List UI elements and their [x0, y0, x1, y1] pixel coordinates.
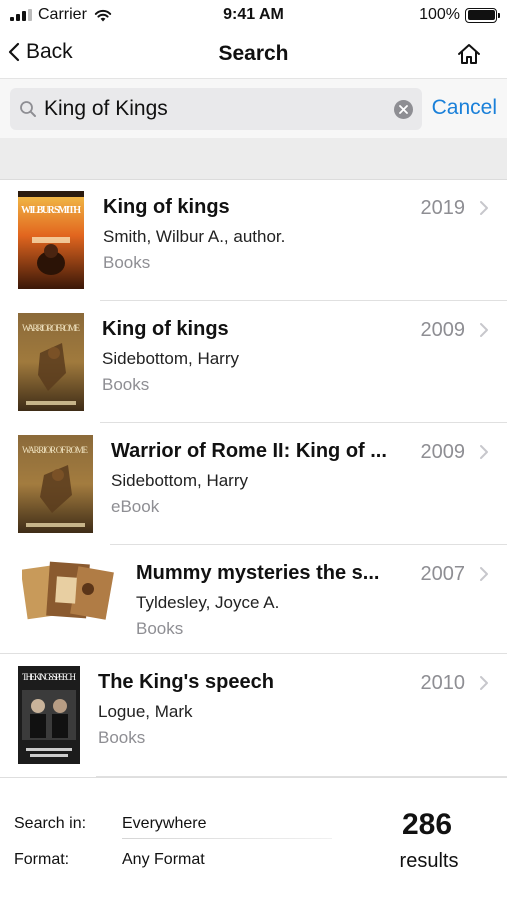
book-cover-image: WARRIOR OF ROME	[18, 435, 93, 533]
list-item[interactable]: WARRIOR OF ROME King of kings Sidebottom…	[0, 301, 507, 423]
search-bar: Cancel	[0, 78, 507, 138]
book-cover-image: THE KING'S SPEECH	[18, 666, 80, 764]
search-input[interactable]	[44, 88, 384, 130]
result-year: 2010	[420, 672, 466, 694]
status-bar: Carrier 9:41 AM 100%	[0, 0, 507, 32]
home-icon	[458, 44, 480, 64]
result-title: Warrior of Rome II: King of ...	[111, 440, 387, 462]
results-list[interactable]: WILBUR SMITH King of kings Smith, Wilbur…	[0, 180, 507, 777]
battery-percent: 100%	[419, 6, 460, 23]
format-filter[interactable]: Format: Any Format	[14, 842, 334, 878]
result-year: 2019	[420, 197, 466, 219]
result-title: The King's speech	[98, 671, 274, 693]
result-author: Logue, Mark	[98, 702, 193, 721]
page-title: Search	[218, 42, 289, 65]
result-title: Mummy mysteries the s...	[136, 562, 380, 584]
chevron-right-icon	[480, 323, 488, 337]
result-title: King of kings	[103, 196, 230, 218]
svg-text:WARRIOR OF ROME: WARRIOR OF ROME	[22, 445, 89, 455]
format-value: Any Format	[122, 851, 205, 868]
result-year: 2009	[420, 441, 466, 463]
format-label: Format:	[14, 851, 70, 868]
book-cover-image: WARRIOR OF ROME	[18, 313, 84, 411]
home-button[interactable]	[455, 40, 483, 68]
book-cover-image	[22, 561, 114, 620]
search-in-filter[interactable]: Search in: Everywhere	[14, 806, 334, 842]
chevron-right-icon	[480, 676, 488, 690]
result-format: Books	[136, 619, 184, 638]
result-format: Books	[102, 375, 150, 394]
navigation-bar: Back Search	[0, 32, 507, 78]
status-right: 100%	[419, 6, 500, 24]
result-author: Sidebottom, Harry	[111, 471, 248, 490]
search-footer: Search in: Everywhere Format: Any Format…	[0, 777, 507, 900]
chevron-right-icon	[480, 445, 488, 459]
result-author: Tyldesley, Joyce A.	[136, 593, 280, 612]
svg-text:WARRIOR OF ROME: WARRIOR OF ROME	[22, 323, 81, 333]
result-title: King of kings	[102, 318, 229, 340]
clear-search-button[interactable]	[394, 100, 413, 119]
book-cover-image: WILBUR SMITH	[18, 191, 84, 289]
search-field[interactable]	[10, 88, 422, 130]
list-item[interactable]: THE KING'S SPEECH The King's speech Logu…	[0, 654, 507, 777]
list-item[interactable]: WARRIOR OF ROME Warrior of Rome II: King…	[0, 423, 507, 545]
chevron-right-icon	[480, 567, 488, 581]
close-icon	[399, 105, 408, 114]
result-author: Sidebottom, Harry	[102, 349, 239, 368]
result-format: eBook	[111, 497, 160, 516]
result-year: 2009	[420, 319, 466, 341]
filter-divider	[122, 838, 332, 839]
svg-text:THE KING'S SPEECH: THE KING'S SPEECH	[22, 672, 77, 682]
result-format: Books	[98, 728, 146, 747]
svg-text:WILBUR SMITH: WILBUR SMITH	[21, 205, 81, 216]
results-count: 286	[401, 808, 453, 841]
list-item[interactable]: WILBUR SMITH King of kings Smith, Wilbur…	[0, 180, 507, 301]
list-item[interactable]: Mummy mysteries the s... Tyldesley, Joyc…	[0, 545, 507, 654]
search-in-value: Everywhere	[122, 815, 207, 832]
chevron-right-icon	[480, 201, 488, 215]
results-label: results	[399, 850, 459, 872]
result-format: Books	[103, 253, 151, 272]
cancel-button[interactable]: Cancel	[432, 96, 497, 120]
search-icon	[20, 101, 36, 117]
result-year: 2007	[420, 563, 466, 585]
section-separator	[0, 138, 507, 180]
battery-icon	[465, 7, 500, 23]
result-author: Smith, Wilbur A., author.	[103, 227, 286, 246]
search-in-label: Search in:	[14, 815, 87, 832]
